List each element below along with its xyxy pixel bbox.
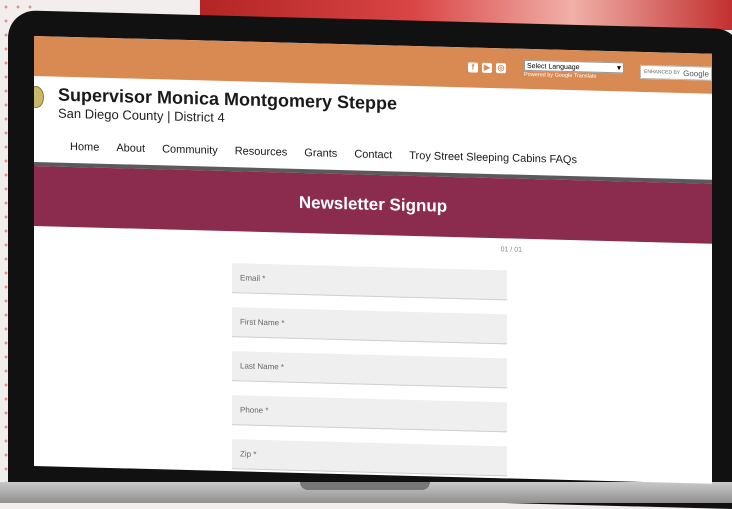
county-seal-icon[interactable] bbox=[34, 85, 44, 109]
nav-item-about[interactable]: About bbox=[116, 142, 145, 163]
nav-item-resources[interactable]: Resources bbox=[235, 145, 288, 166]
last-name-field-wrapper bbox=[232, 351, 507, 389]
laptop-screen: f ▶ ◎ Select Language Powered by Google … bbox=[34, 36, 712, 484]
last-name-field[interactable] bbox=[238, 360, 507, 379]
zip-field-wrapper bbox=[232, 439, 507, 477]
page-title: Newsletter Signup bbox=[298, 192, 448, 216]
zip-field[interactable] bbox=[238, 448, 507, 467]
instagram-icon[interactable]: ◎ bbox=[496, 63, 506, 74]
nav-item-home[interactable]: Home bbox=[70, 141, 99, 162]
nav-item-grants[interactable]: Grants bbox=[304, 147, 337, 168]
first-name-field-wrapper bbox=[232, 307, 507, 345]
first-name-field[interactable] bbox=[238, 316, 507, 335]
social-links: f ▶ ◎ bbox=[468, 62, 506, 74]
search-brand: Google bbox=[683, 68, 709, 79]
language-select[interactable]: Select Language bbox=[524, 59, 624, 74]
language-selector: Select Language Powered by Google Transl… bbox=[524, 59, 624, 81]
laptop-notch bbox=[300, 482, 430, 490]
phone-field[interactable] bbox=[238, 404, 507, 423]
search-box[interactable]: ENHANCED BY Google bbox=[640, 64, 712, 81]
nav-item-community[interactable]: Community bbox=[162, 143, 218, 164]
nav-item-troy-street-faqs[interactable]: Troy Street Sleeping Cabins FAQs bbox=[409, 150, 577, 174]
email-field[interactable] bbox=[238, 272, 507, 291]
nav-item-contact[interactable]: Contact bbox=[354, 148, 392, 169]
newsletter-form: 01 / 01 bbox=[34, 226, 712, 482]
search-label: ENHANCED BY bbox=[644, 68, 681, 76]
facebook-icon[interactable]: f bbox=[468, 62, 478, 73]
form-page-indicator: 01 / 01 bbox=[500, 246, 522, 254]
phone-field-wrapper bbox=[232, 395, 507, 433]
youtube-icon[interactable]: ▶ bbox=[482, 62, 492, 73]
email-field-wrapper bbox=[232, 263, 507, 301]
